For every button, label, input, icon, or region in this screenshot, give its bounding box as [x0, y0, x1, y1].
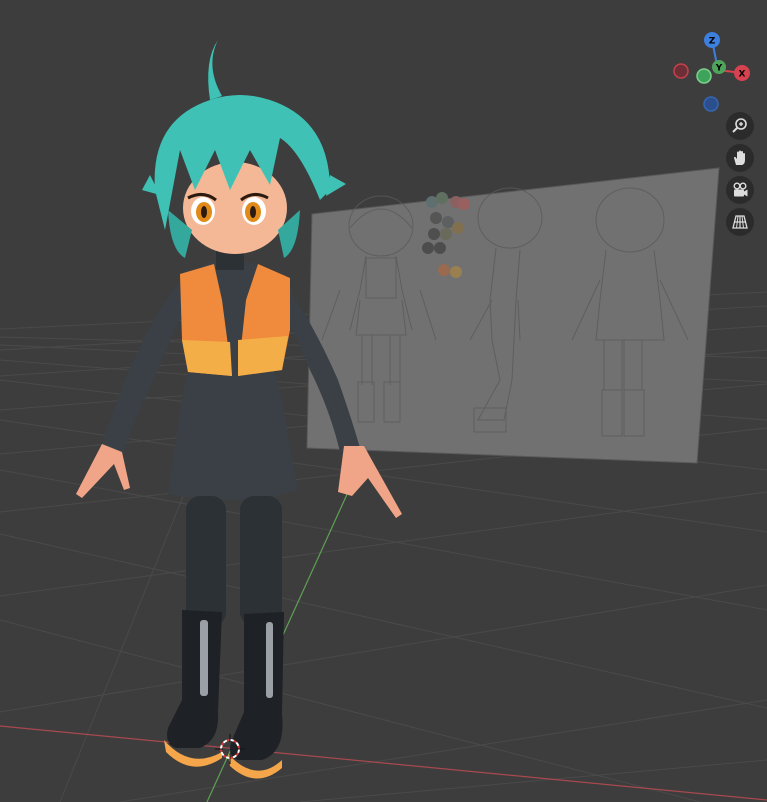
zoom-magnifier-icon — [732, 118, 747, 133]
hand-pan-icon — [734, 150, 745, 165]
svg-text:X: X — [739, 70, 746, 80]
camera-view-button[interactable] — [726, 176, 754, 204]
gizmo-negative-z[interactable] — [703, 96, 719, 112]
svg-text:Y: Y — [715, 64, 723, 74]
zoom-button[interactable] — [726, 112, 754, 140]
reference-sheet[interactable] — [306, 167, 720, 464]
svg-text:Z: Z — [709, 37, 716, 47]
pan-button[interactable] — [726, 144, 754, 172]
gizmo-axis-y[interactable]: Y — [712, 60, 726, 74]
camera-view-icon — [733, 182, 748, 197]
3d-viewport[interactable]: Z Y X — [0, 0, 767, 802]
navigation-gizmo[interactable]: Z Y X — [673, 32, 750, 112]
perspective-grid-icon — [732, 215, 748, 229]
gizmo-negative-y[interactable] — [696, 68, 712, 84]
scene-canvas[interactable]: Z Y X — [0, 0, 767, 802]
x-axis-line — [0, 725, 767, 801]
gizmo-negative-x[interactable] — [673, 63, 689, 79]
perspective-toggle-button[interactable] — [726, 208, 754, 236]
gizmo-axis-z[interactable]: Z — [704, 32, 720, 48]
gizmo-axis-x[interactable]: X — [734, 65, 750, 81]
